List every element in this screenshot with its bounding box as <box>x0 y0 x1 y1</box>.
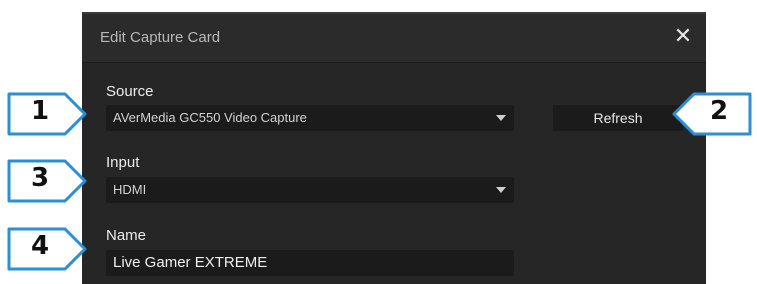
chevron-down-icon <box>496 115 506 121</box>
close-icon[interactable]: ✕ <box>672 23 694 49</box>
callout-1-number: 1 <box>30 96 50 126</box>
callout-1: 1 <box>5 90 87 138</box>
callout-2: 2 <box>672 90 754 138</box>
source-select-value: AVerMedia GC550 Video Capture <box>113 110 307 125</box>
name-label: Name <box>106 227 147 244</box>
source-select[interactable]: AVerMedia GC550 Video Capture <box>106 105 514 131</box>
callout-3: 3 <box>5 157 87 205</box>
callout-2-number: 2 <box>709 96 729 126</box>
name-field-value: Live Gamer EXTREME <box>113 254 268 271</box>
callout-4-number: 4 <box>30 231 50 261</box>
chevron-down-icon <box>496 187 506 193</box>
source-label: Source <box>106 83 154 100</box>
edit-capture-card-dialog: Edit Capture Card ✕ Source AVerMedia GC5… <box>82 12 706 284</box>
input-select[interactable]: HDMI <box>106 177 514 203</box>
refresh-button[interactable]: Refresh <box>553 105 683 131</box>
callout-3-number: 3 <box>30 163 50 193</box>
callout-4: 4 <box>5 225 87 273</box>
dialog-titlebar: Edit Capture Card ✕ <box>82 14 706 63</box>
input-label: Input <box>106 154 140 171</box>
input-select-value: HDMI <box>113 182 147 197</box>
dialog-title: Edit Capture Card <box>100 29 221 46</box>
name-field[interactable]: Live Gamer EXTREME <box>106 250 514 276</box>
